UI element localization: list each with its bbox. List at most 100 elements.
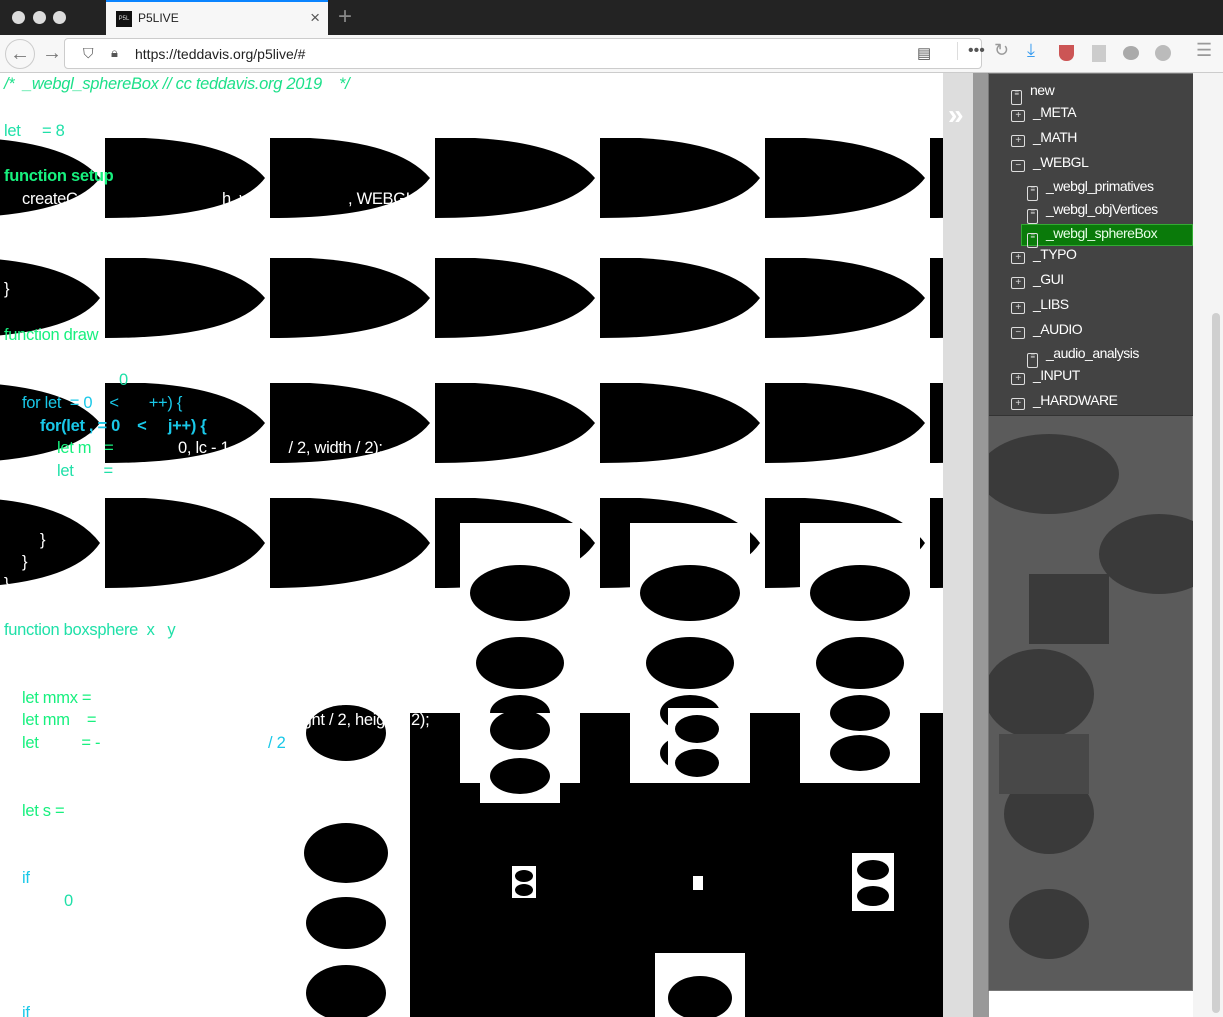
render-shape [830, 735, 890, 771]
code-line[interactable]: essed) { [118, 1004, 176, 1017]
code-line[interactable]: let = - [22, 734, 100, 753]
sidebar-item-libs[interactable]: + _LIBS [989, 296, 1069, 318]
sidebar-item-audio-analysis[interactable]: ≡ _audio_analysis [989, 345, 1139, 368]
render-shape [304, 823, 388, 883]
render-shape [490, 758, 550, 794]
code-line[interactable]: let = [57, 462, 113, 481]
render-shape [857, 886, 889, 906]
extension-bubbles-icon[interactable] [1123, 46, 1139, 60]
render-shape [435, 258, 595, 338]
render-shape [693, 876, 703, 890]
folder-minus-icon: − [1011, 160, 1025, 172]
sidebar-item-label: _META [1033, 104, 1077, 120]
code-line[interactable]: if [22, 869, 30, 888]
sidebar-item-meta[interactable]: + _META [989, 104, 1077, 126]
code-line[interactable]: function setup [4, 167, 114, 186]
render-shape [765, 258, 925, 338]
code-line[interactable]: / lc / 2) + roff; [128, 802, 220, 821]
page-content: /* _webgl_sphereBox // cc teddavis.org 2… [0, 73, 1223, 1017]
sidebar-item-hardware[interactable]: + _HARDWARE [989, 392, 1118, 414]
code-line[interactable]: mouseX, 0, wid width / 2, width / 2 ); [146, 689, 420, 708]
render-shape [105, 258, 265, 338]
sidebar-toggle-strip: » [943, 73, 973, 1017]
code-line[interactable]: essed) { [118, 869, 176, 888]
sidebar-item-label: _WEBGL [1033, 154, 1089, 170]
code-line[interactable]: 0 [64, 892, 73, 911]
code-line[interactable]: if [22, 1004, 30, 1017]
code-line[interactable]: for let = 0 < ++) { [22, 394, 182, 413]
code-line[interactable]: box(s); [22, 937, 71, 956]
shield-icon[interactable]: ⛉ [83, 45, 94, 62]
url-bar[interactable]: ⛉ 🔒︎ https://teddavis.org/p5live/# ▤ ••• [64, 38, 985, 69]
code-line[interactable]: createCa [22, 190, 87, 209]
code-line[interactable]: let m = [57, 439, 114, 458]
code-line[interactable]: (j, 0, lc - 1 - / 2, height / 2 [160, 462, 376, 481]
render-shape [675, 715, 719, 743]
code-line[interactable]: } [22, 553, 28, 572]
code-line[interactable]: function boxsphere x y [4, 621, 176, 640]
url-input[interactable]: https://teddavis.org/p5live/# [135, 46, 305, 62]
code-line[interactable]: } [4, 280, 10, 299]
render-shape [675, 749, 719, 777]
menu-icon[interactable]: ☰ [1196, 40, 1212, 61]
ublock-icon[interactable] [1059, 45, 1074, 61]
code-line[interactable]: + no )); [244, 757, 325, 776]
sidebar-item-audio[interactable]: − _AUDIO [989, 321, 1083, 343]
sidebar-item-new[interactable]: ≡ new [989, 82, 1055, 105]
code-line[interactable]: 0 [119, 371, 128, 390]
render-shape [515, 884, 533, 896]
page-actions-button[interactable]: ••• [957, 42, 985, 60]
extension-film-icon[interactable] [1155, 45, 1171, 61]
render-shape [930, 498, 943, 588]
code-line[interactable]: fill(255 [22, 847, 69, 866]
tab-p5live[interactable]: P5L P5LIVE × [106, 0, 328, 35]
sidebar-item-label: new [1030, 82, 1055, 98]
code-line[interactable]: s(mouseY)); [130, 779, 217, 798]
folder-minus-icon: − [1011, 327, 1025, 339]
code-line[interactable]: let mmx = [22, 689, 92, 708]
render-shape [105, 498, 265, 588]
minimize-window-button[interactable] [33, 11, 46, 24]
code-comment[interactable]: /* _webgl_sphereBox // cc teddavis.org 2… [4, 75, 350, 94]
code-line[interactable]: h, wi [222, 190, 255, 209]
sidebar-item-webgl-spherebox[interactable]: ≡ _webgl_sphereBox [1021, 224, 1193, 248]
maximize-window-button[interactable] [53, 11, 66, 24]
new-tab-button[interactable]: + [338, 3, 352, 31]
sidebar-item-webgl[interactable]: − _WEBGL [989, 154, 1089, 176]
code-line[interactable]: let = 8 [4, 122, 65, 141]
extension-zip-icon[interactable] [1092, 45, 1106, 62]
code-line[interactable]: (mmx, m [130, 734, 192, 753]
code-line[interactable]: let s = [22, 802, 65, 821]
reload-button[interactable]: ↻ [994, 40, 1009, 61]
expand-sidebar-icon[interactable]: » [948, 99, 964, 131]
sidebar-item-input[interactable]: + _INPUT [989, 367, 1080, 389]
reader-view-icon[interactable]: ▤ [917, 44, 931, 62]
sidebar-item-math[interactable]: + _MATH [989, 129, 1077, 151]
code-line[interactable]: } [40, 531, 46, 550]
forward-button[interactable]: → [37, 39, 67, 69]
close-tab-icon[interactable]: × [310, 8, 320, 28]
sidebar-item-webgl-objvertices[interactable]: ≡ _webgl_objVertices [989, 201, 1158, 224]
sidebar-gutter [973, 73, 989, 1017]
code-line[interactable]: for(let , = 0 < j++) { [40, 417, 207, 436]
code-line[interactable]: / 2 [268, 734, 286, 753]
code-line[interactable]: , WEBGL); [348, 190, 424, 209]
render-shape [857, 860, 889, 880]
code-line[interactable]: 0, lc - 1, -wid / 2, width / 2); [178, 439, 383, 458]
code-line[interactable]: fill(0) [22, 983, 56, 1002]
lock-icon[interactable]: 🔒︎ [111, 45, 118, 61]
sidebar-item-label: _webgl_sphereBox [1046, 225, 1158, 241]
sidebar-item-gui[interactable]: + _GUI [989, 271, 1064, 293]
page-scrollbar[interactable] [1212, 313, 1220, 1013]
sidebar-item-typo[interactable]: + _TYPO [989, 246, 1077, 268]
code-line[interactable]: transl [22, 667, 61, 686]
code-line[interactable]: mouseY, 0, h nt, -height / 2, height / 2… [146, 711, 430, 730]
sidebar-item-webgl-primatives[interactable]: ≡ _webgl_primatives [989, 178, 1154, 201]
render-shape [435, 138, 595, 218]
code-line[interactable]: } [4, 575, 10, 594]
back-button[interactable]: ← [5, 39, 35, 69]
code-line[interactable]: function draw [4, 326, 99, 345]
download-icon[interactable]: ⤓ [1027, 40, 1035, 61]
close-window-button[interactable] [12, 11, 25, 24]
code-line[interactable]: let mm = [22, 711, 96, 730]
